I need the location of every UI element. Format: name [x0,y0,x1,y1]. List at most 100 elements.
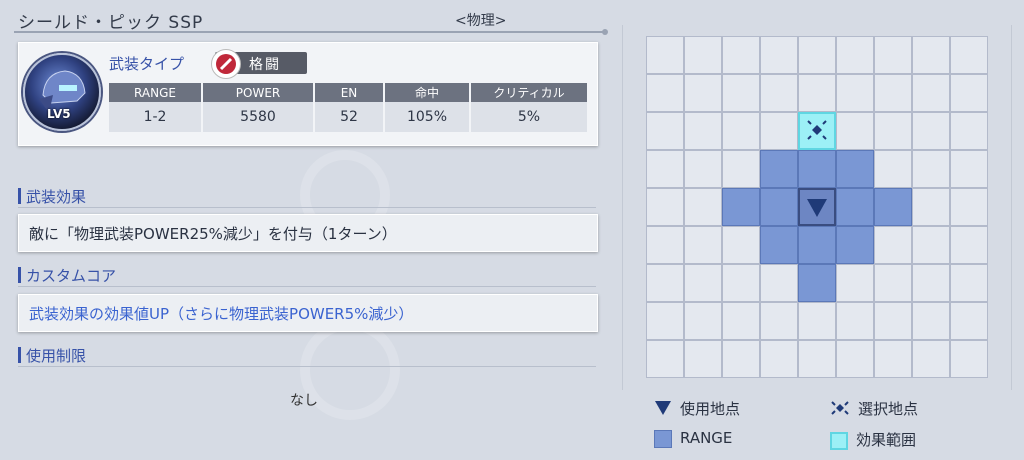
legend-select-point-label: 選択地点 [858,400,919,418]
grid-cell [950,36,988,74]
grid-cell-range [722,188,760,226]
grid-cell [646,264,684,302]
grid-cell [722,340,760,378]
grid-cell [722,112,760,150]
range-swatch-icon [654,429,672,448]
section-divider [18,286,596,287]
legend-range: RANGE [654,429,732,448]
grid-cell-range [836,150,874,188]
effect-text: 敵に「物理武装POWER25%減少」を付与（1ターン） [29,225,397,243]
title-divider [14,31,606,33]
grid-cell [684,226,722,264]
grid-cell [950,226,988,264]
grid-cell [722,74,760,112]
grid-cell [760,340,798,378]
section-divider [18,207,596,208]
grid-cell [874,74,912,112]
grid-cell-range [836,226,874,264]
weapon-category-tag: <物理> [455,13,507,29]
grid-cell [950,74,988,112]
weapon-type-value: 格闘 [249,57,281,73]
section-title-usage-limit: 使用制限 [18,345,86,366]
grid-cell [798,36,836,74]
grid-cell [722,302,760,340]
grid-cell [874,150,912,188]
section-title-custom-core: カスタムコア [18,265,116,286]
grid-cell [798,74,836,112]
stat-header-power: POWER [202,83,315,102]
grid-cell [836,36,874,74]
grid-cell [836,74,874,112]
grid-cell [684,264,722,302]
grid-cell [646,74,684,112]
stat-value-accuracy: 105% [384,102,471,132]
grid-cell [950,188,988,226]
stat-header-accuracy: 命中 [384,83,471,102]
grid-cell [722,150,760,188]
weapon-stats-table: RANGE POWER EN 命中 クリティカル 1-2 5580 52 105… [109,83,589,132]
weapon-title: シールド・ピック SSP [18,13,204,33]
grid-cell [646,340,684,378]
usage-limit-text: なし [290,393,318,409]
grid-cell-use-point [798,188,836,226]
legend-effect-area: 効果範囲 [830,429,916,450]
select-point-icon [807,120,827,140]
grid-cell [874,226,912,264]
grid-cell [912,226,950,264]
grid-cell [912,264,950,302]
grid-cell [684,302,722,340]
pilot-avatar: LV5 [23,53,101,131]
legend-range-label: RANGE [680,429,733,447]
grid-cell-range [798,264,836,302]
grid-cell [950,150,988,188]
level-badge: LV5 [47,107,71,121]
grid-cell [874,302,912,340]
grid-cell [684,112,722,150]
stat-header-en: EN [314,83,385,102]
grid-cell [912,302,950,340]
custom-core-text: 武装効果の効果値UP（さらに物理武装POWER5%減少） [29,305,414,323]
stat-value-critical: 5% [470,102,589,132]
select-point-icon [830,400,850,420]
grid-cell [836,264,874,302]
grid-cell [912,340,950,378]
grid-cell [760,302,798,340]
grid-cell [684,188,722,226]
grid-cell [798,302,836,340]
stat-header-critical: クリティカル [470,83,589,102]
legend-effect-area-label: 効果範囲 [856,431,917,449]
title-divider-dot [602,29,608,35]
grid-cell [684,150,722,188]
grid-cell [836,340,874,378]
grid-cell [760,74,798,112]
grid-cell-range [760,188,798,226]
grid-cell [950,112,988,150]
legend-use-point: 使用地点 [654,398,740,420]
grid-cell-range [874,188,912,226]
weapon-type-label: 武装タイプ [109,55,185,73]
grid-cell [646,36,684,74]
grid-cell [912,36,950,74]
grid-cell [874,112,912,150]
legend-use-point-label: 使用地点 [680,400,741,418]
grid-cell-range [760,150,798,188]
grid-cell [950,302,988,340]
grid-cell [836,302,874,340]
use-point-icon [654,400,672,420]
grid-cell [646,150,684,188]
grid-cell [646,226,684,264]
grid-cell [760,264,798,302]
range-map-grid [646,36,988,378]
stat-value-range: 1-2 [109,102,203,132]
grid-cell [760,36,798,74]
section-divider [18,366,596,367]
grid-cell [950,340,988,378]
grid-cell [684,340,722,378]
grid-cell [684,36,722,74]
grid-cell [912,74,950,112]
use-point-icon [807,199,827,217]
custom-core-box: 武装効果の効果値UP（さらに物理武装POWER5%減少） [18,294,598,332]
weapon-info-card: LV5 武装タイプ 格闘 RANGE POWER EN 命中 クリティカル 1-… [18,42,598,146]
grid-cell-range [836,188,874,226]
grid-cell [646,302,684,340]
